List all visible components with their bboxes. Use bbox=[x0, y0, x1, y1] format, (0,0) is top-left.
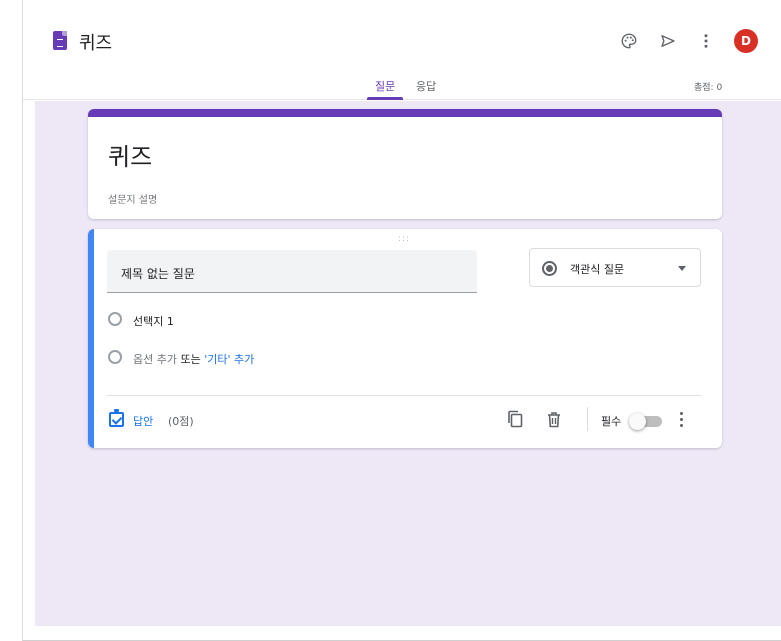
forms-window: 퀴즈 D 질문 응답 총점: 0 퀴즈 설문지 설명 ::: 제목 없는 질문 … bbox=[22, 0, 781, 641]
add-option-row: 옵션 추가 또는 '기타' 추가 bbox=[133, 351, 254, 367]
or-text: 또는 bbox=[180, 353, 201, 366]
answer-key-icon[interactable] bbox=[109, 409, 124, 427]
form-name[interactable]: 퀴즈 bbox=[79, 29, 112, 55]
form-title[interactable]: 퀴즈 bbox=[108, 137, 152, 172]
chevron-down-icon bbox=[678, 266, 686, 271]
trash-icon[interactable] bbox=[546, 411, 562, 428]
header: 퀴즈 D 질문 응답 총점: 0 bbox=[23, 0, 781, 100]
theme-accent-bar bbox=[88, 109, 722, 117]
active-indicator bbox=[88, 229, 94, 448]
required-label: 필수 bbox=[601, 415, 622, 428]
more-vert-icon[interactable] bbox=[695, 30, 717, 52]
question-type-select[interactable]: 객관식 질문 bbox=[529, 248, 701, 287]
question-card[interactable]: ::: 제목 없는 질문 객관식 질문 선택지 1 옵션 추가 또는 '기타' … bbox=[88, 229, 722, 448]
radio-icon bbox=[542, 261, 557, 276]
more-vert-icon[interactable] bbox=[677, 410, 687, 428]
question-title: 제목 없는 질문 bbox=[121, 267, 195, 281]
form-description[interactable]: 설문지 설명 bbox=[108, 191, 157, 206]
option-radio bbox=[108, 312, 122, 326]
tab-questions[interactable]: 질문 bbox=[375, 78, 395, 94]
tabs: 질문 응답 총점: 0 bbox=[23, 72, 781, 100]
send-icon[interactable] bbox=[657, 30, 679, 52]
points-value: (0점) bbox=[168, 415, 194, 428]
required-toggle-knob[interactable] bbox=[629, 413, 646, 430]
form-title-card[interactable]: 퀴즈 설문지 설명 bbox=[88, 109, 722, 219]
add-option-radio bbox=[108, 350, 122, 364]
question-title-field[interactable]: 제목 없는 질문 bbox=[107, 250, 477, 293]
add-option-link[interactable]: 옵션 추가 bbox=[133, 353, 177, 366]
answer-key-button[interactable]: 답안 bbox=[133, 413, 153, 429]
drag-handle-icon[interactable]: ::: bbox=[398, 234, 410, 244]
active-tab-indicator bbox=[367, 97, 403, 100]
form-canvas: 퀴즈 설문지 설명 ::: 제목 없는 질문 객관식 질문 선택지 1 옵션 추… bbox=[35, 101, 781, 626]
form-doc-icon bbox=[53, 31, 67, 50]
total-points: 총점: 0 bbox=[694, 83, 723, 93]
tab-responses[interactable]: 응답 bbox=[416, 78, 436, 94]
question-type-label: 객관식 질문 bbox=[570, 263, 625, 276]
palette-icon[interactable] bbox=[618, 30, 640, 52]
copy-icon[interactable] bbox=[507, 410, 523, 428]
add-other-link[interactable]: '기타' 추가 bbox=[204, 353, 254, 366]
toolbar-separator bbox=[587, 407, 588, 431]
avatar[interactable]: D bbox=[734, 29, 758, 53]
footer-divider bbox=[107, 395, 701, 396]
option-1-label[interactable]: 선택지 1 bbox=[133, 313, 174, 329]
